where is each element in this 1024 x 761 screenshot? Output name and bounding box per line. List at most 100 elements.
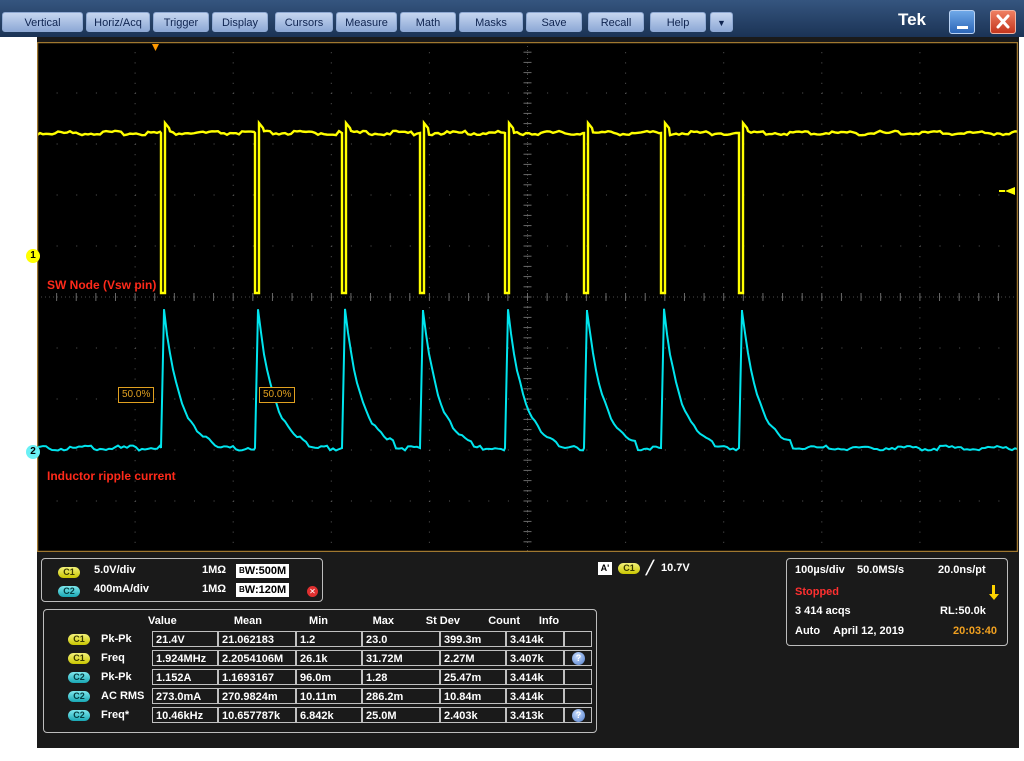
cell-min: 10.11m: [296, 688, 362, 704]
cell-value: 21.4V: [152, 631, 218, 647]
menu-display[interactable]: Display: [212, 12, 268, 32]
close-button[interactable]: [990, 10, 1016, 34]
menu-trigger[interactable]: Trigger: [153, 12, 209, 32]
table-row[interactable]: C2 AC RMS 273.0mA 270.9824m 10.11m 286.2m 10.8…: [44, 687, 594, 705]
cell-value: 273.0mA: [152, 688, 218, 704]
menu-horiz-acq[interactable]: Horiz/Acq: [86, 12, 150, 32]
acquisition-count: 3 414 acqs: [795, 605, 851, 617]
cell-mean: 2.2054106M: [218, 650, 296, 666]
menu-cursors[interactable]: Cursors: [275, 12, 333, 32]
cell-stdev: 2.403k: [440, 707, 506, 723]
single-sequence-icon[interactable]: [988, 585, 1000, 600]
row-measurement-name: Pk-Pk: [101, 633, 132, 645]
header-stdev: St Dev: [425, 615, 460, 627]
trigger-readout[interactable]: A' C1 ╱ 10.7V: [598, 560, 778, 579]
header-info: Info: [538, 615, 560, 627]
ref-level-flag-2: 50.0%: [259, 387, 296, 403]
cell-stdev: 2.27M: [440, 650, 506, 666]
cell-info[interactable]: [564, 631, 592, 647]
row-measurement-name: AC RMS: [101, 690, 145, 702]
cell-mean: 10.657787k: [218, 707, 296, 723]
trigger-level-icon: [1005, 187, 1015, 195]
cell-min: 26.1k: [296, 650, 362, 666]
row-channel-chip: C2: [68, 672, 90, 683]
cell-max: 31.72M: [362, 650, 440, 666]
cell-max: 25.0M: [362, 707, 440, 723]
ch2-scale: 400mA/div: [94, 583, 150, 595]
menu-math[interactable]: Math: [400, 12, 456, 32]
header-mean: Mean: [233, 615, 262, 627]
header-count: Count: [488, 615, 520, 627]
cell-stdev: 25.47m: [440, 669, 506, 685]
ch1-trace-label: SW Node (Vsw pin): [47, 278, 157, 292]
menu-save[interactable]: Save: [526, 12, 582, 32]
cell-info[interactable]: ?: [564, 707, 592, 723]
row-channel-chip: C1: [68, 653, 90, 664]
cell-count: 3.414k: [506, 688, 564, 704]
header-min: Min: [309, 615, 328, 627]
ch1-offset-marker[interactable]: 1: [26, 249, 40, 263]
cell-info[interactable]: [564, 688, 592, 704]
remove-channel-icon[interactable]: ✕: [307, 586, 318, 597]
ch2-impedance: 1MΩ: [202, 583, 227, 595]
header-max: Max: [372, 615, 394, 627]
acquisition-date: April 12, 2019: [833, 625, 904, 637]
cell-count: 3.413k: [506, 707, 564, 723]
oscilloscope-app: Vertical Horiz/Acq Trigger Display Curso…: [0, 0, 1024, 761]
row-channel-chip: C2: [68, 691, 90, 702]
readout-panel: C1 5.0V/div 1MΩ BW:500M C2 400mA/div 1MΩ…: [37, 555, 1019, 748]
time-resolution: 20.0ns/pt: [938, 564, 986, 576]
header-value: Value: [148, 615, 177, 627]
ch1-chip: C1: [58, 567, 80, 578]
graticule-grid: [37, 42, 1018, 552]
cell-min: 6.842k: [296, 707, 362, 723]
row-measurement-name: Freq: [101, 652, 125, 664]
close-icon: [996, 14, 1010, 29]
table-row[interactable]: C2 Freq* 10.46kHz 10.657787k 6.842k 25.0M 2.40…: [44, 706, 594, 724]
cell-mean: 21.062183: [218, 631, 296, 647]
menu-masks[interactable]: Masks: [459, 12, 523, 32]
row-channel-chip: C2: [68, 710, 90, 721]
cell-count: 3.414k: [506, 669, 564, 685]
acquisition-box[interactable]: 100µs/div 50.0MS/s 20.0ns/pt Stopped 3 4…: [786, 558, 1008, 646]
cell-min: 1.2: [296, 631, 362, 647]
ch1-scale: 5.0V/div: [94, 564, 136, 576]
waveform-display[interactable]: SW Node (Vsw pin) Inductor ripple curren…: [37, 42, 1018, 552]
menu-measure[interactable]: Measure: [336, 12, 397, 32]
ref-level-flag-1: 50.0%: [118, 387, 155, 403]
row-channel-chip: C1: [68, 634, 90, 645]
record-length: RL:50.0k: [940, 605, 986, 617]
ch2-trace-label: Inductor ripple current: [47, 469, 176, 483]
menu-bar: Vertical Horiz/Acq Trigger Display Curso…: [0, 0, 1024, 37]
cell-stdev: 10.84m: [440, 688, 506, 704]
acquisition-time: 20:03:40: [953, 625, 998, 637]
menu-vertical[interactable]: Vertical: [2, 12, 83, 32]
menu-help[interactable]: Help: [650, 12, 706, 32]
ch2-offset-marker[interactable]: 2: [26, 445, 40, 459]
cell-count: 3.414k: [506, 631, 564, 647]
trigger-level: 10.7V: [661, 562, 690, 574]
minimize-button[interactable]: [949, 10, 975, 34]
table-row[interactable]: C1 Pk-Pk 21.4V 21.062183 1.2 23.0 399.3m 3.414k: [44, 630, 594, 648]
cell-count: 3.407k: [506, 650, 564, 666]
table-row[interactable]: C2 Pk-Pk 1.152A 1.1693167 96.0m 1.28 25.47m 3.4…: [44, 668, 594, 686]
cell-info[interactable]: [564, 669, 592, 685]
tek-logo: Tek: [897, 10, 927, 29]
cell-value: 1.924MHz: [152, 650, 218, 666]
menu-dropdown-icon[interactable]: ▼: [710, 12, 733, 32]
acquisition-status: Stopped: [795, 586, 839, 598]
trigger-mode: Auto: [795, 625, 821, 637]
trigger-type-badge: A': [598, 562, 612, 575]
ch2-bandwidth: BW:120M: [236, 583, 290, 597]
menu-recall[interactable]: Recall: [588, 12, 644, 32]
row-measurement-name: Pk-Pk: [101, 671, 132, 683]
ch2-chip: C2: [58, 586, 80, 597]
table-row[interactable]: C1 Freq 1.924MHz 2.2054106M 26.1k 31.72M 2.27M…: [44, 649, 594, 667]
cell-value: 10.46kHz: [152, 707, 218, 723]
info-icon[interactable]: ?: [572, 709, 585, 722]
measurement-table[interactable]: Value Mean Min Max St Dev Count Info C1 P…: [43, 609, 597, 733]
cell-info[interactable]: ?: [564, 650, 592, 666]
ch1-impedance: 1MΩ: [202, 564, 227, 576]
info-icon[interactable]: ?: [572, 652, 585, 665]
channel-settings-box[interactable]: C1 5.0V/div 1MΩ BW:500M C2 400mA/div 1MΩ…: [41, 558, 323, 602]
